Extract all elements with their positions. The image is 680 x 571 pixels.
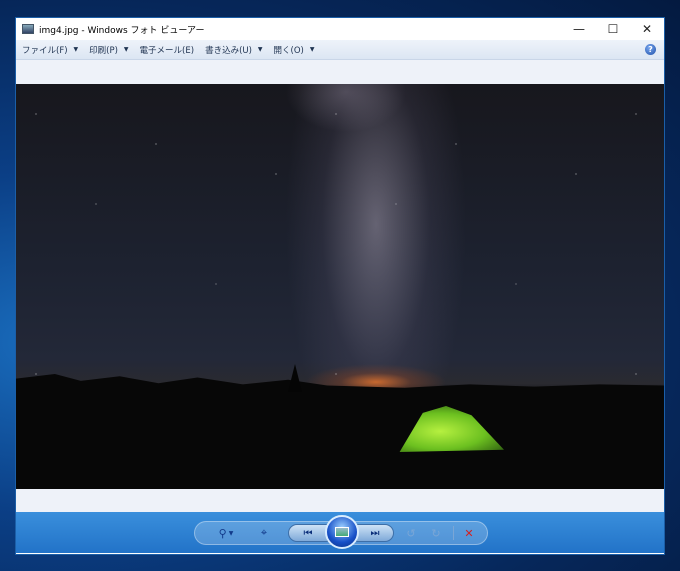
info-strip: [16, 60, 664, 84]
menu-label: 書き込み(U): [205, 45, 252, 56]
next-button[interactable]: ⏭: [356, 524, 394, 542]
previous-button[interactable]: ⏮: [288, 524, 328, 542]
menu-bar: ファイル(F) ▼ 印刷(P) ▼ 電子メール(E) 書き込み(U) ▼ 開く(O) ▼…: [16, 40, 664, 60]
status-strip: [16, 489, 664, 512]
menu-file[interactable]: ファイル(F) ▼: [22, 44, 78, 56]
close-button[interactable]: ✕: [630, 18, 664, 40]
window-title: img4.jpg - Windows フォト ビューアー: [39, 25, 205, 36]
menu-email[interactable]: 電子メール(E): [140, 44, 195, 56]
zoom-button[interactable]: ⚲ ▼: [214, 525, 238, 541]
chevron-down-icon: ▼: [123, 46, 129, 53]
rotate-counterclockwise-button[interactable]: ↺: [403, 525, 419, 541]
chevron-down-icon: ▼: [309, 46, 315, 53]
slideshow-icon: [335, 527, 349, 537]
menu-open[interactable]: 開く(O) ▼: [274, 44, 315, 56]
photo-display[interactable]: [16, 84, 664, 489]
rotate-clockwise-button[interactable]: ↻: [428, 525, 444, 541]
app-icon: [22, 24, 34, 34]
chevron-down-icon: ▼: [73, 46, 79, 53]
maximize-button[interactable]: ☐: [596, 18, 630, 40]
photo-viewer-window: img4.jpg - Windows フォト ビューアー — ☐ ✕ ファイル(…: [15, 17, 665, 555]
slideshow-button[interactable]: [325, 515, 359, 549]
menu-label: 印刷(P): [89, 45, 118, 56]
minimize-button[interactable]: —: [562, 18, 596, 40]
delete-button[interactable]: ✕: [461, 525, 477, 541]
actual-size-button[interactable]: ⌖: [256, 525, 272, 541]
magnifier-icon: ⚲: [218, 526, 227, 540]
menu-label: 電子メール(E): [139, 45, 195, 56]
chevron-down-icon: ▼: [257, 46, 263, 53]
mountain-silhouette: [16, 374, 664, 489]
menu-print[interactable]: 印刷(P) ▼: [89, 44, 128, 56]
chevron-down-icon: ▼: [228, 529, 234, 537]
toolbar-divider: [453, 526, 454, 540]
tree-silhouette: [288, 364, 302, 392]
bottom-toolbar: ⚲ ▼ ⌖ ⏮ ⏭ ↺ ↻ ✕: [16, 512, 664, 553]
help-icon[interactable]: ?: [645, 44, 656, 55]
menu-burn[interactable]: 書き込み(U) ▼: [205, 44, 262, 56]
title-bar: img4.jpg - Windows フォト ビューアー — ☐ ✕: [16, 18, 664, 40]
menu-label: 開く(O): [273, 45, 304, 56]
menu-label: ファイル(F): [22, 45, 68, 56]
